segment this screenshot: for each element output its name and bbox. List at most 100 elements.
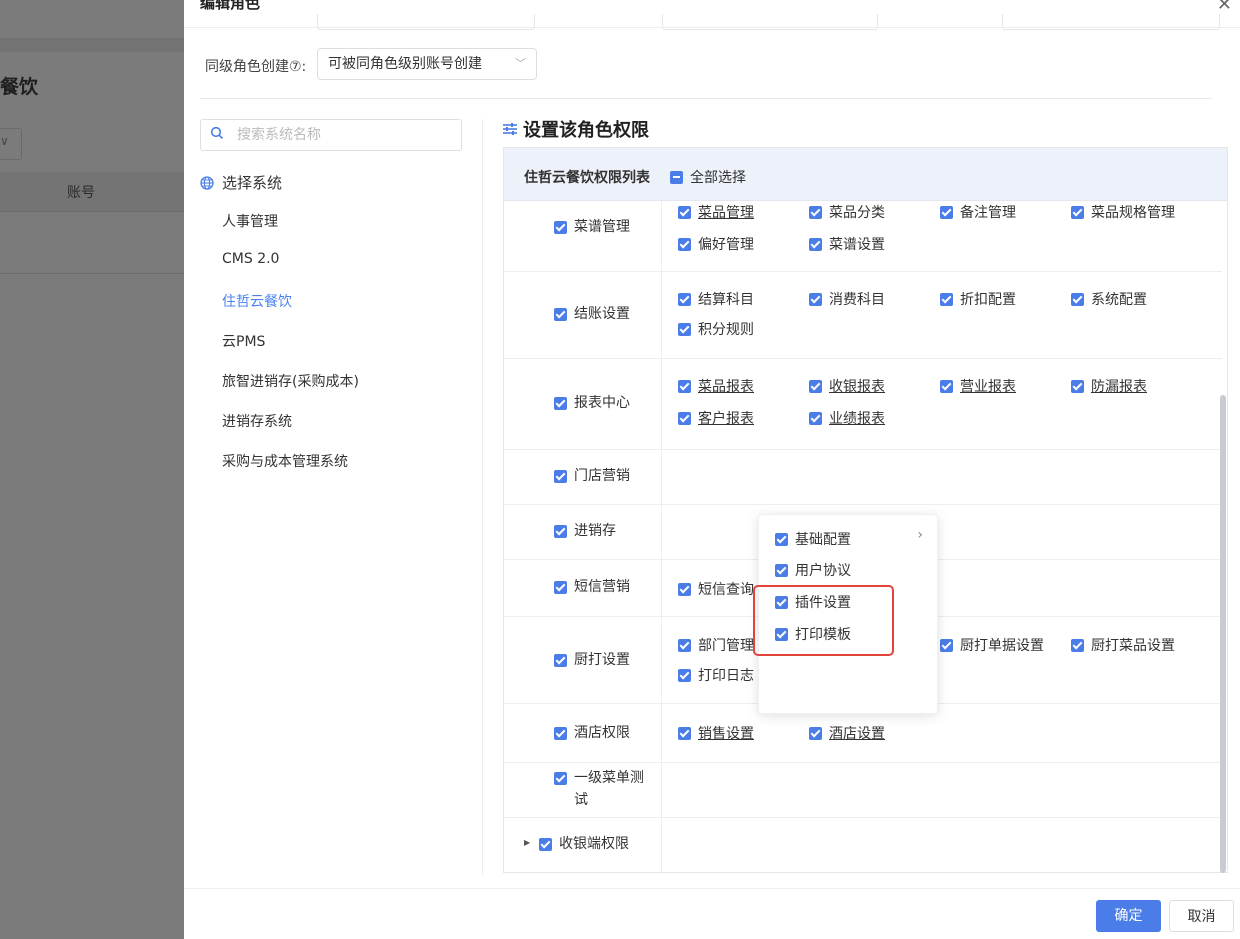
permission-checkbox[interactable]: 菜谱设置 (809, 234, 885, 254)
permission-checkbox[interactable]: 菜品管理 (678, 202, 754, 222)
permission-checkbox[interactable]: 积分规则 (678, 319, 754, 339)
permission-checkbox[interactable]: 厨打单据设置 (940, 635, 1044, 655)
system-item[interactable]: CMS 2.0 (222, 251, 359, 291)
confirm-button[interactable]: 确定 (1096, 900, 1161, 932)
background-divider (0, 273, 184, 274)
permission-label: 偏好管理 (698, 237, 754, 253)
checkbox-checked-icon (554, 221, 567, 234)
checkbox-checked-icon (678, 379, 691, 393)
system-item[interactable]: 进销存系统 (222, 411, 359, 451)
permission-label: 销售设置 (698, 726, 754, 742)
section-divider (200, 98, 1212, 99)
system-item-active[interactable]: 住哲云餐饮 (222, 291, 359, 331)
category-checkbox[interactable]: 短信营销 (554, 576, 630, 598)
chevron-right-icon: › (917, 527, 923, 543)
cancel-button[interactable]: 取消 (1169, 900, 1234, 932)
permission-label: 打印日志 (698, 668, 754, 684)
checkbox-checked-icon (1071, 379, 1084, 393)
category-checkbox[interactable]: 酒店权限 (554, 722, 630, 744)
permission-checkbox[interactable]: 部门管理 (678, 635, 754, 655)
permission-label: 防漏报表 (1091, 379, 1147, 395)
checkbox-checked-icon (1071, 292, 1084, 306)
checkbox-checked-icon (1071, 638, 1084, 652)
system-item[interactable]: 人事管理 (222, 211, 359, 251)
permission-label: 消费科目 (829, 292, 885, 308)
permission-checkbox[interactable]: 收银报表 (809, 376, 885, 396)
permission-checkbox[interactable]: 系统配置 (1071, 289, 1147, 309)
system-item[interactable]: 云PMS (222, 331, 359, 371)
checkbox-checked-icon (554, 727, 567, 740)
system-search-input[interactable] (237, 125, 447, 145)
close-icon[interactable]: ✕ (1217, 0, 1232, 15)
checkbox-checked-icon (678, 237, 691, 251)
category-checkbox[interactable]: 进销存 (554, 520, 616, 542)
permission-label: 系统配置 (1091, 292, 1147, 308)
permission-checkbox[interactable]: 备注管理 (940, 202, 1016, 222)
permission-checkbox[interactable]: 防漏报表 (1071, 376, 1147, 396)
permission-checkbox[interactable]: 酒店设置 (809, 723, 885, 743)
category-checkbox[interactable]: 收银端权限 (539, 833, 629, 855)
checkbox-checked-icon (554, 654, 567, 667)
category-checkbox[interactable]: 厨打设置 (554, 649, 630, 671)
expand-triangle-icon[interactable]: ▶ (524, 838, 530, 847)
checkbox-checked-icon (554, 581, 567, 594)
system-item[interactable]: 采购与成本管理系统 (222, 451, 359, 491)
permission-checkbox[interactable]: 业绩报表 (809, 408, 885, 428)
category-checkbox[interactable]: 报表中心 (554, 392, 630, 414)
permission-label: 菜谱设置 (829, 237, 885, 253)
permission-checkbox[interactable]: 偏好管理 (678, 234, 754, 254)
category-checkbox[interactable]: 门店营销 (554, 465, 630, 487)
popup-item[interactable]: 基础配置 (775, 529, 851, 549)
background-column-header: 账号 (67, 185, 95, 201)
category-label: 一级菜单测试 (574, 770, 644, 808)
permission-checkbox[interactable]: 结算科目 (678, 289, 754, 309)
table-row: 结账设置 结算科目 消费科目 折扣配置 系统配置 积分规则 (504, 272, 1222, 359)
permission-checkbox[interactable]: 菜品规格管理 (1071, 202, 1175, 222)
permission-checkbox[interactable]: 菜品报表 (678, 376, 754, 396)
permission-checkbox[interactable]: 打印日志 (678, 665, 754, 685)
checkbox-checked-icon (809, 726, 822, 740)
select-all-label: 全部选择 (690, 170, 746, 186)
checkbox-checked-icon (678, 205, 691, 219)
permission-checkbox[interactable]: 厨打菜品设置 (1071, 635, 1175, 655)
permission-label: 客户报表 (698, 411, 754, 427)
permission-label: 折扣配置 (960, 292, 1016, 308)
permission-label: 菜品报表 (698, 379, 754, 395)
scrollbar-thumb[interactable] (1220, 395, 1226, 873)
popup-item[interactable]: 用户协议 (775, 560, 851, 580)
search-icon (210, 126, 224, 140)
permission-checkbox[interactable]: 消费科目 (809, 289, 885, 309)
checkbox-checked-icon (775, 563, 788, 577)
permissions-title: 设置该角色权限 (502, 116, 649, 142)
table-row: 门店营销 (504, 450, 1222, 505)
category-checkbox[interactable]: 一级菜单测试 (554, 767, 649, 811)
permissions-title-text: 设置该角色权限 (523, 120, 649, 141)
permission-checkbox[interactable]: 短信查询 (678, 579, 754, 599)
checkbox-checked-icon (539, 838, 552, 851)
permission-label: 结算科目 (698, 292, 754, 308)
select-all-checkbox[interactable]: 全部选择 (670, 167, 746, 187)
system-item[interactable]: 旅智进销存(采购成本) (222, 371, 359, 411)
category-checkbox[interactable]: 菜谱管理 (554, 216, 630, 238)
permission-table: 住哲云餐饮权限列表 全部选择 菜谱管理 菜品管理 菜品分类 备注管理 菜品规格管… (503, 147, 1228, 873)
category-checkbox[interactable]: 结账设置 (554, 303, 630, 325)
checkbox-checked-icon (554, 308, 567, 321)
permission-checkbox[interactable]: 客户报表 (678, 408, 754, 428)
checkbox-checked-icon (678, 582, 691, 596)
permission-checkbox[interactable]: 菜品分类 (809, 202, 885, 222)
popup-item-label: 用户协议 (795, 563, 851, 579)
permission-checkbox[interactable]: 营业报表 (940, 376, 1016, 396)
permission-checkbox[interactable]: 折扣配置 (940, 289, 1016, 309)
permission-checkbox[interactable]: 销售设置 (678, 723, 754, 743)
category-label: 报表中心 (574, 395, 630, 411)
category-label: 厨打设置 (574, 652, 630, 668)
drawer-header-divider (184, 27, 1240, 28)
peer-role-select[interactable]: 可被同角色级别账号创建 ﹀ (317, 48, 537, 80)
peer-role-label: 同级角色创建⑦: (205, 59, 307, 75)
permission-table-name: 住哲云餐饮权限列表 (524, 170, 650, 186)
permission-label: 积分规则 (698, 322, 754, 338)
system-search[interactable] (200, 119, 462, 151)
checkbox-checked-icon (809, 205, 822, 219)
checkbox-checked-icon (809, 292, 822, 306)
permission-label: 酒店设置 (829, 726, 885, 742)
